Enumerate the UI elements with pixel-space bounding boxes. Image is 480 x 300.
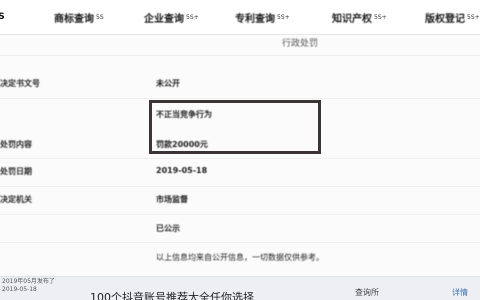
category-nav-bar: 5S 商标查询 5S 企业查询 5S+ 专利查询 5S+ 知识产权 5S+ 版权… — [0, 0, 480, 35]
row-label: 处罚内容 — [0, 140, 32, 149]
nav-count-badge: 5S — [96, 13, 104, 21]
row-value: 市场监督 — [156, 195, 188, 204]
nav-count-badge: 5S+ — [186, 13, 199, 21]
nav-item-trademark[interactable]: 商标查询 5S — [54, 9, 104, 25]
section-title: 行政处罚 — [281, 39, 318, 49]
news-snippet: 2019年05月发布了 2019-05-18 — [2, 278, 80, 294]
nav-label: 知识产权 — [332, 13, 372, 25]
row-label: 处罚日期 — [0, 167, 32, 176]
row-divider — [0, 186, 480, 187]
nav-count-badge: 5S+ — [374, 13, 387, 21]
nav-label: 商标查询 — [54, 13, 94, 25]
detail-link[interactable]: 详情 — [452, 287, 468, 298]
nav-label: 专利查询 — [235, 13, 275, 25]
nav-item-ip[interactable]: 知识产权 5S+ — [332, 9, 387, 25]
nav-count-badge: 5S+ — [277, 13, 290, 21]
nav-item-company[interactable]: 企业查询 5S+ — [144, 9, 199, 25]
nav-label: 5S — [0, 12, 5, 22]
nav-count-badge: 5S+ — [467, 13, 480, 21]
row-value: 2019-05-18 — [156, 166, 208, 175]
news-source: 查询所 — [355, 288, 379, 297]
news-headline[interactable]: 100个抖音账号推荐大全任你选择 — [90, 289, 254, 300]
row-value: 未公开 — [156, 79, 180, 88]
row-divider — [0, 214, 480, 215]
news-snippet-line: 2019-05-18 — [2, 286, 37, 293]
page: 5S 商标查询 5S 企业查询 5S+ 专利查询 5S+ 知识产权 5S+ 版权… — [0, 0, 480, 300]
nav-label: 企业查询 — [144, 13, 184, 25]
row-label: 决定机关 — [0, 195, 32, 204]
news-snippet-line: 2019年05月发布了 — [2, 278, 55, 285]
row-divider — [0, 158, 480, 159]
nav-item-1[interactable]: 5S — [0, 9, 5, 25]
nav-item-copyright[interactable]: 版权登记 5S+ — [425, 9, 480, 25]
nav-label: 版权登记 — [425, 13, 465, 25]
row-divider — [0, 98, 480, 99]
row-value: 已公示 — [156, 224, 180, 233]
divider — [0, 55, 480, 56]
nav-item-patent[interactable]: 专利查询 5S+ — [235, 9, 290, 25]
highlight-box — [149, 100, 321, 154]
row-label: 决定书文号 — [0, 79, 40, 88]
row-divider — [0, 242, 480, 243]
disclaimer-text: 以上信息均来自公开信息，一切数据仅供参考。 — [156, 253, 324, 262]
